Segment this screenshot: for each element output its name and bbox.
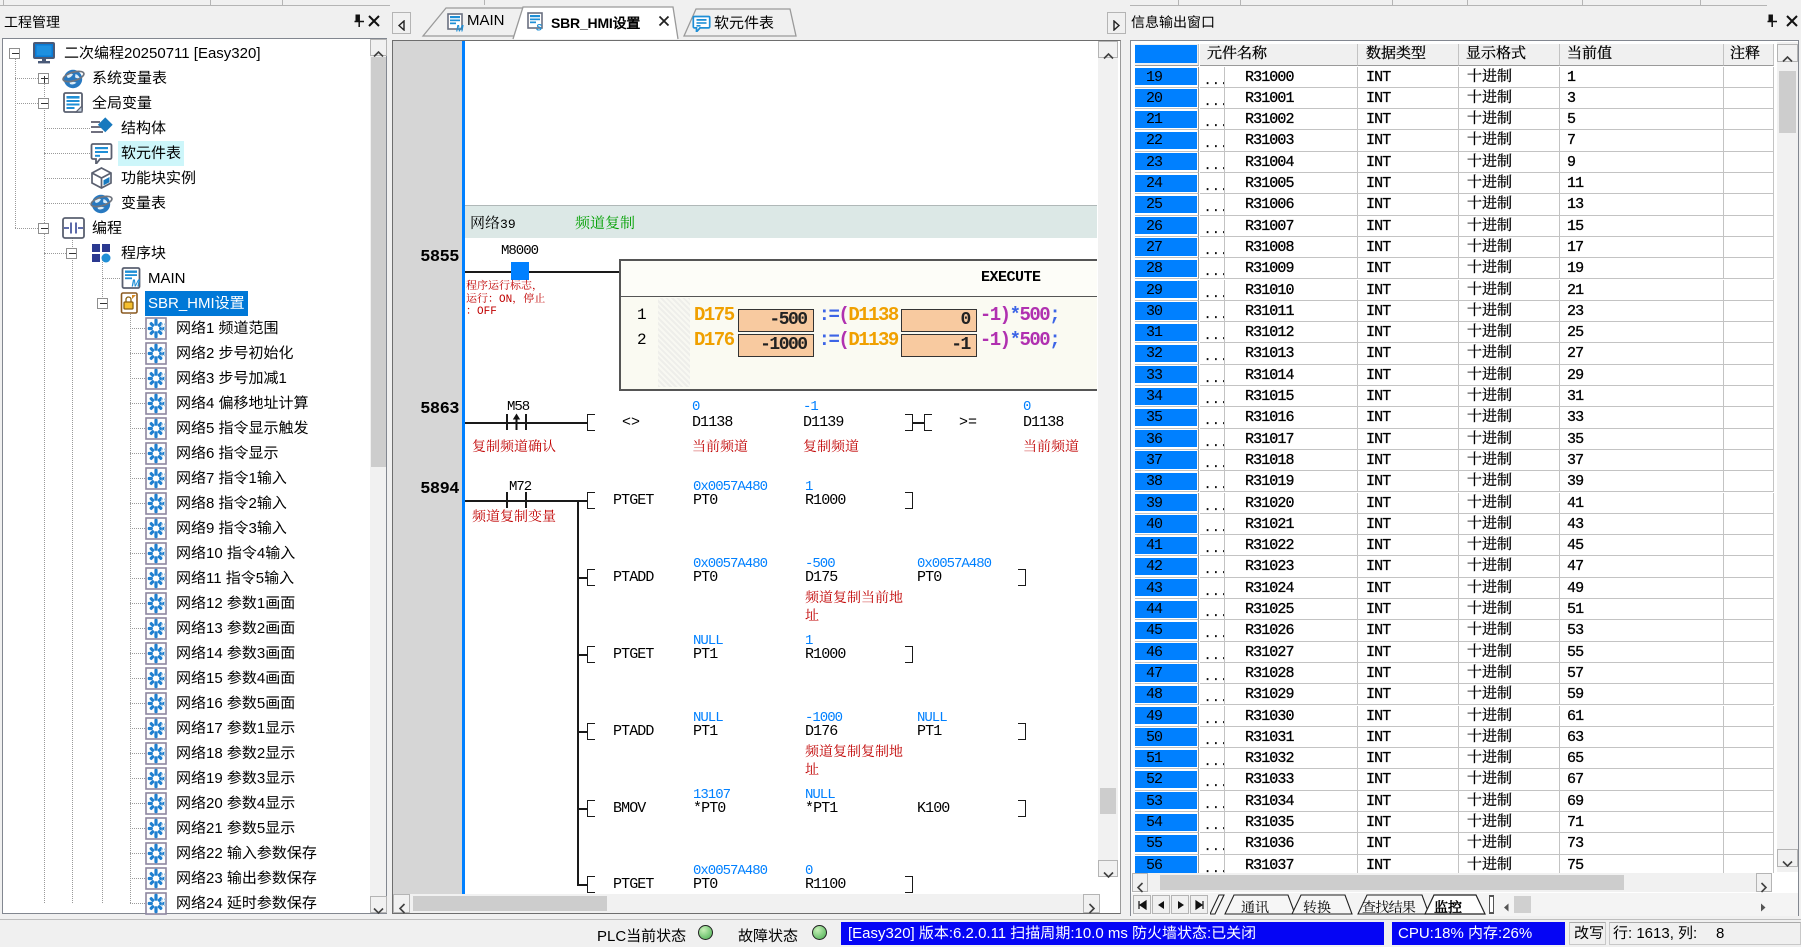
svg-text:M: M [456,24,464,33]
svg-text:S: S [536,23,542,32]
svg-text:M: M [132,278,141,289]
